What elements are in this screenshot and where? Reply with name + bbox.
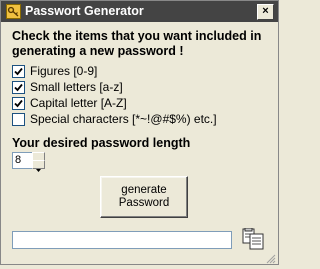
option-label: Figures [0-9] (30, 64, 98, 78)
checkmark-icon (14, 83, 23, 91)
special-characters-checkbox[interactable] (12, 112, 25, 126)
option-capital-letters[interactable]: Capital letter [A-Z] (12, 95, 127, 111)
decrement-button[interactable] (32, 160, 45, 172)
close-button[interactable]: × (257, 4, 274, 20)
password-output-field[interactable] (12, 231, 232, 249)
option-label: Small letters [a-z] (30, 80, 123, 94)
close-icon: × (262, 5, 269, 17)
generate-button-label: generate Password (118, 184, 170, 209)
stepper-buttons (32, 152, 45, 172)
resize-grip-icon[interactable] (265, 251, 276, 264)
instructions-text: Check the items that you want included i… (12, 29, 262, 58)
option-figures[interactable]: Figures [0-9] (12, 63, 97, 79)
checkmark-icon (14, 99, 23, 107)
length-input[interactable]: 8 (12, 152, 34, 169)
checkmark-icon (14, 67, 23, 75)
window-title: Passwort Generator (25, 4, 144, 18)
option-special-characters[interactable]: Special characters [*~!@#$%) etc.] (12, 111, 217, 127)
capital-letters-checkbox[interactable] (12, 96, 25, 110)
length-stepper[interactable]: 8 (12, 152, 45, 172)
length-label: Your desired password length (12, 136, 191, 150)
title-bar[interactable]: Passwort Generator × (1, 1, 278, 22)
figures-checkbox[interactable] (12, 64, 25, 78)
key-icon (6, 4, 21, 19)
password-generator-window: Passwort Generator × Check the items tha… (0, 0, 279, 265)
generate-password-button[interactable]: generate Password (100, 176, 188, 218)
small-letters-checkbox[interactable] (12, 80, 25, 94)
option-small-letters[interactable]: Small letters [a-z] (12, 79, 123, 95)
arrow-down-icon (36, 169, 41, 172)
option-label: Capital letter [A-Z] (30, 96, 127, 110)
option-label: Special characters [*~!@#$%) etc.] (30, 112, 217, 126)
copy-icon[interactable] (241, 227, 265, 250)
